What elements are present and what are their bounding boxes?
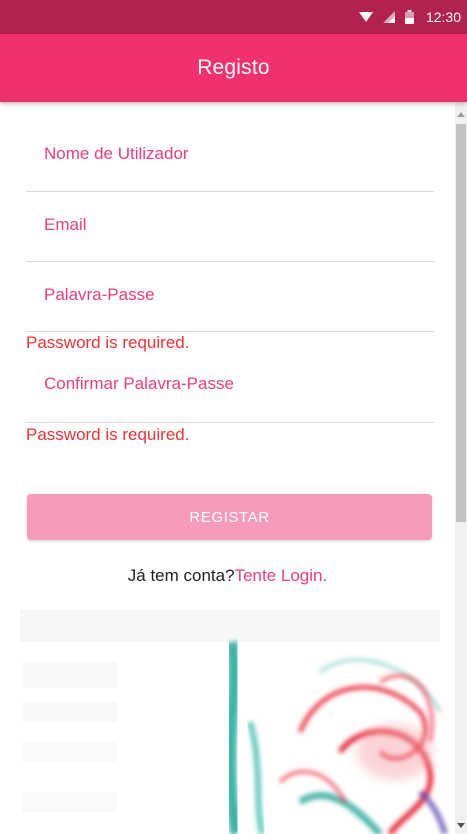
register-form: Nome de Utilizador Email Palavra-Passe P… <box>0 102 455 834</box>
login-prompt: Já tem conta?Tente Login. <box>0 566 455 586</box>
password-field[interactable]: Palavra-Passe <box>26 261 434 332</box>
page-title: Registo <box>197 56 270 79</box>
scroll-up-icon[interactable] <box>457 112 465 117</box>
battery-icon <box>404 10 414 24</box>
smoke-art-icon <box>0 602 455 834</box>
scrollbar-thumb[interactable] <box>456 124 466 522</box>
email-label: Email <box>44 215 87 234</box>
confirm-password-error: Password is required. <box>26 425 190 444</box>
wifi-icon <box>358 11 373 23</box>
register-button[interactable]: REGISTAR <box>27 494 432 540</box>
signal-icon <box>382 11 395 23</box>
login-link[interactable]: Tente Login. <box>235 566 328 585</box>
status-time: 12:30 <box>425 9 461 25</box>
register-screen: 12:30 Registo Nome de Utilizador Email P… <box>0 0 467 834</box>
confirm-password-field[interactable]: Confirmar Palavra-Passe <box>26 352 434 423</box>
confirm-password-label: Confirmar Palavra-Passe <box>44 374 234 393</box>
login-prompt-text: Já tem conta? <box>127 566 235 585</box>
password-error: Password is required. <box>26 333 190 352</box>
username-field[interactable]: Nome de Utilizador <box>26 102 434 192</box>
password-label: Palavra-Passe <box>44 285 155 304</box>
app-bar: Registo <box>0 34 467 102</box>
scroll-down-icon[interactable] <box>457 823 465 828</box>
status-bar: 12:30 <box>0 0 467 34</box>
email-field[interactable]: Email <box>26 191 434 262</box>
scrollbar[interactable] <box>455 102 467 834</box>
username-label: Nome de Utilizador <box>44 144 189 163</box>
